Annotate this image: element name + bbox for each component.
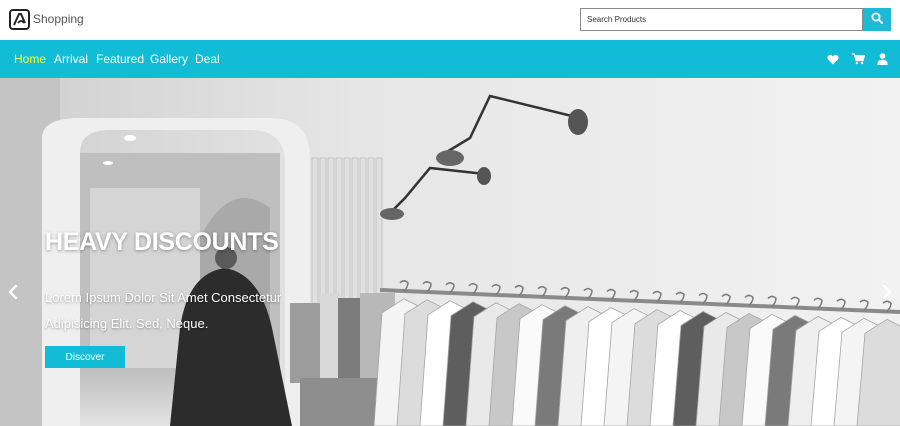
cart-icon[interactable]	[851, 52, 865, 66]
logo-icon[interactable]	[9, 9, 30, 30]
main-nav: Home Arrival Featured Gallery Deal	[0, 40, 900, 78]
nav-item-deal[interactable]: Deal	[195, 52, 220, 66]
chevron-right-icon[interactable]	[880, 283, 894, 301]
chevron-left-icon[interactable]	[6, 283, 20, 301]
search-input[interactable]	[580, 8, 863, 31]
heart-icon[interactable]	[826, 52, 840, 66]
nav-item-featured[interactable]: Featured	[96, 52, 144, 66]
top-bar: Shopping	[0, 0, 900, 40]
discover-button[interactable]: Discover	[45, 346, 125, 368]
hero-slider: HEAVY DISCOUNTS Lorem Ipsum Dolor Sit Am…	[0, 78, 900, 426]
nav-item-gallery[interactable]: Gallery	[150, 52, 188, 66]
user-icon[interactable]	[875, 52, 889, 66]
hero-description: Lorem Ipsum Dolor Sit Amet Consectetur A…	[45, 290, 282, 331]
brand-name[interactable]: Shopping	[33, 12, 84, 26]
nav-item-home[interactable]: Home	[14, 52, 46, 66]
search-button[interactable]	[863, 8, 891, 31]
hero-title: HEAVY DISCOUNTS	[45, 228, 279, 256]
nav-item-arrival[interactable]: Arrival	[54, 52, 88, 66]
search-icon	[871, 12, 883, 27]
